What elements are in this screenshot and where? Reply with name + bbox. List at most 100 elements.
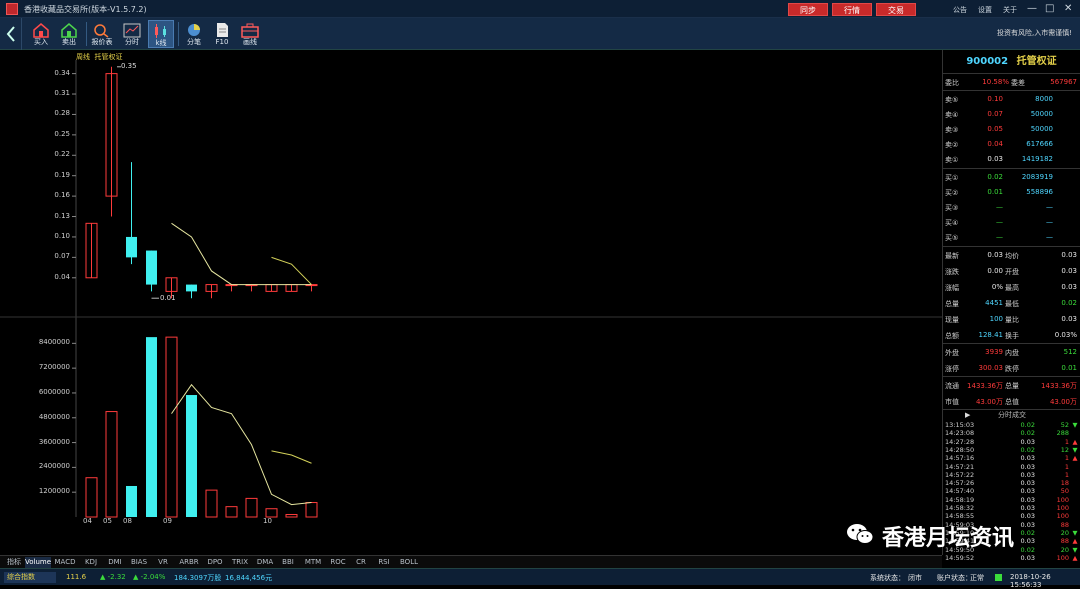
volume-bar[interactable] bbox=[85, 477, 98, 518]
tab-roc[interactable]: ROC bbox=[327, 557, 349, 568]
tab-vr[interactable]: VR bbox=[152, 557, 174, 568]
tab-trix[interactable]: TRIX bbox=[227, 557, 253, 568]
trade-tick-row: 14:27:28 0.03 1 ▲ bbox=[943, 438, 1080, 446]
trade-tick-row: 14:57:26 0.03 18 bbox=[943, 479, 1080, 487]
tab-rsi[interactable]: RSI bbox=[373, 557, 395, 568]
ask-row: 卖④ 0.07 50000 bbox=[943, 106, 1080, 121]
tab-cr[interactable]: CR bbox=[350, 557, 372, 568]
tick-time: 14:27:28 bbox=[945, 437, 975, 446]
tab-arbr[interactable]: ARBR bbox=[175, 557, 203, 568]
bid-volume: 558896 bbox=[1026, 188, 1053, 196]
tick-price: 0.02 bbox=[1020, 445, 1035, 454]
tab-macd[interactable]: MACD bbox=[52, 557, 78, 568]
tick-time: 13:15:03 bbox=[945, 421, 975, 429]
tick-volume: 288 bbox=[1056, 429, 1069, 438]
quote-panel: 900002 托管权证 委比 10.58% 委差 567967 卖⑤ 0.10 8000 卖④… bbox=[942, 50, 1080, 562]
stat-value: 3939 bbox=[985, 348, 1003, 356]
back-button[interactable] bbox=[0, 18, 22, 50]
volume-bar[interactable] bbox=[245, 497, 258, 518]
tool-draw[interactable]: 画线 bbox=[237, 20, 263, 48]
tool-ticks[interactable]: 分笔 bbox=[181, 20, 207, 48]
candle[interactable] bbox=[205, 284, 218, 299]
volume-bar[interactable] bbox=[205, 489, 218, 518]
ask-volume: 50000 bbox=[1030, 110, 1053, 118]
volume-bar[interactable] bbox=[146, 337, 157, 517]
tick-time: 14:57:22 bbox=[945, 470, 975, 479]
candle[interactable] bbox=[105, 66, 118, 217]
maximize-icon[interactable]: □ bbox=[1045, 3, 1054, 14]
tab-dpo[interactable]: DPO bbox=[204, 557, 226, 568]
tick-time: 14:59:52 bbox=[945, 553, 975, 562]
volume-bar[interactable] bbox=[126, 485, 137, 517]
tab-dma[interactable]: DMA bbox=[254, 557, 276, 568]
datetime: 2018-10-26 15:56:33 bbox=[1010, 573, 1051, 589]
tab-volume[interactable]: Volume bbox=[25, 557, 51, 568]
candle[interactable] bbox=[285, 284, 298, 292]
tick-price: 0.03 bbox=[1020, 437, 1035, 446]
candle[interactable] bbox=[225, 284, 238, 292]
tool-quote-table[interactable]: 报价表 bbox=[89, 20, 115, 48]
volume-bar[interactable] bbox=[265, 508, 278, 518]
trade-button[interactable]: 交易 bbox=[876, 3, 916, 16]
tick-time: 14:57:21 bbox=[945, 462, 975, 471]
volume-bar[interactable] bbox=[225, 506, 238, 518]
tab-bbi[interactable]: BBI bbox=[277, 557, 299, 568]
trade-tick-row: 14:59:52 0.03 100 ▲ bbox=[943, 554, 1080, 562]
tick-time: 14:23:08 bbox=[945, 429, 975, 438]
tool-f10[interactable]: F10 bbox=[209, 20, 235, 48]
toolbar-divider bbox=[178, 22, 179, 46]
candle[interactable] bbox=[245, 284, 258, 292]
minimize-icon[interactable]: — bbox=[1027, 3, 1037, 14]
title-bar: 香港收藏品交易所(版本-V1.5.7.2) 同步 行情 交易 公告 设置 关于 … bbox=[0, 0, 1080, 18]
bid-label: 买④ bbox=[945, 219, 959, 227]
tick-volume: 1 bbox=[1064, 454, 1069, 463]
kline-chart-area[interactable]: 周线 托管权证 0.34 0.31 0.28 0.25 0.22 0.19 0.16 0.13… bbox=[0, 50, 942, 555]
tool-label: 分笔 bbox=[187, 38, 201, 46]
volume-bar[interactable] bbox=[105, 411, 118, 518]
market-button[interactable]: 行情 bbox=[832, 3, 872, 16]
candle[interactable] bbox=[265, 284, 278, 292]
stat-value: 1433.36万 bbox=[1041, 382, 1077, 390]
volume-bar[interactable] bbox=[165, 336, 178, 518]
sync-button[interactable]: 同步 bbox=[788, 3, 828, 16]
kline-icon bbox=[155, 24, 166, 38]
candle[interactable] bbox=[85, 222, 98, 279]
sell-house-icon bbox=[61, 23, 77, 38]
candle[interactable] bbox=[146, 250, 157, 292]
volume-bar[interactable] bbox=[186, 395, 197, 517]
close-icon[interactable]: ✕ bbox=[1064, 3, 1072, 14]
index-label: 综合指数 bbox=[4, 572, 56, 583]
tick-direction-icon: ▼ bbox=[1072, 545, 1078, 554]
tab-boll[interactable]: BOLL bbox=[396, 557, 422, 568]
volume-bar[interactable] bbox=[285, 514, 298, 518]
stat-value: 1433.36万 bbox=[967, 382, 1003, 390]
tick-direction-icon: ▼ bbox=[1072, 445, 1078, 454]
volume-bar[interactable] bbox=[305, 502, 318, 518]
wechat-logo-icon bbox=[845, 521, 875, 547]
tool-label: 卖出 bbox=[62, 38, 76, 46]
tab-bias[interactable]: BIAS bbox=[127, 557, 151, 568]
ask-label: 卖③ bbox=[945, 126, 959, 134]
tool-kline[interactable]: k线 bbox=[148, 20, 174, 48]
tool-label: 画线 bbox=[243, 38, 257, 46]
bid-label: 买② bbox=[945, 189, 959, 197]
tool-timeshare[interactable]: 分时 bbox=[119, 20, 145, 48]
index-amount: 16,844,456元 bbox=[225, 574, 273, 582]
settings-link[interactable]: 设置 bbox=[978, 5, 992, 15]
tab-dmi[interactable]: DMI bbox=[104, 557, 126, 568]
tick-time: 14:28:50 bbox=[945, 445, 975, 454]
index-volume: 184.3097万股 bbox=[174, 574, 222, 582]
tab-mtm[interactable]: MTM bbox=[300, 557, 326, 568]
candle[interactable] bbox=[126, 162, 137, 265]
candle[interactable] bbox=[186, 284, 197, 299]
tick-price: 0.03 bbox=[1020, 454, 1035, 463]
tab-指标[interactable]: 指标 bbox=[4, 557, 24, 568]
tab-kdj[interactable]: KDJ bbox=[79, 557, 103, 568]
tool-buy[interactable]: 买入 bbox=[28, 20, 54, 48]
announcement-link[interactable]: 公告 bbox=[953, 5, 967, 15]
ask-label: 卖④ bbox=[945, 111, 959, 119]
tool-sell[interactable]: 卖出 bbox=[56, 20, 82, 48]
ask-volume: 1419182 bbox=[1021, 155, 1053, 163]
about-link[interactable]: 关于 bbox=[1003, 5, 1017, 15]
candle[interactable] bbox=[305, 284, 318, 292]
